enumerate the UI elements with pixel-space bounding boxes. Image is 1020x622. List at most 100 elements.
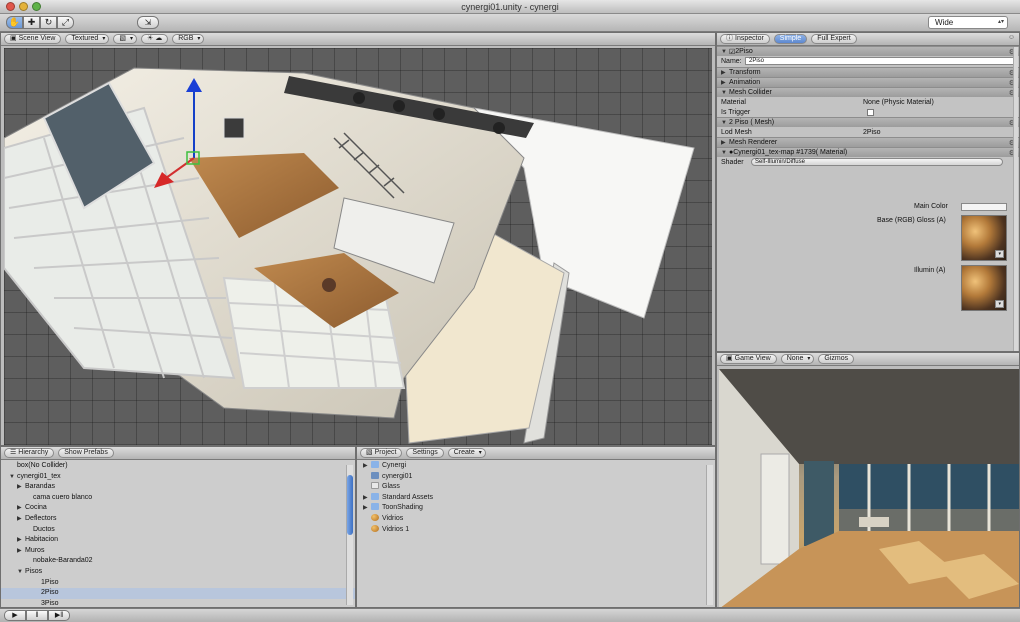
- scene-canvas[interactable]: [3, 48, 712, 445]
- hierarchy-item[interactable]: 2Piso: [1, 588, 355, 599]
- project-item[interactable]: ▶ Standard Assets: [359, 492, 715, 504]
- hierarchy-item[interactable]: cama cuero blanco: [1, 493, 355, 504]
- disclosure-arrow-icon[interactable]: ▶: [17, 482, 25, 493]
- create-dropdown[interactable]: Create: [447, 448, 486, 458]
- hierarchy-item[interactable]: ▼ cynergi01_tex: [1, 472, 355, 483]
- rotate-tool-button[interactable]: ↻: [40, 16, 57, 29]
- is-trigger-checkbox[interactable]: [867, 108, 874, 116]
- show-prefabs-button[interactable]: Show Prefabs: [58, 448, 114, 458]
- render-mode-dropdown[interactable]: Textured: [65, 34, 110, 44]
- expand-arrow-icon[interactable]: ▼: [721, 90, 729, 96]
- project-item[interactable]: cynergi01: [359, 471, 715, 483]
- game-canvas[interactable]: [719, 369, 1019, 607]
- overlay-dropdown[interactable]: ▧: [113, 34, 137, 44]
- play-button[interactable]: ▶: [4, 610, 26, 621]
- hierarchy-item[interactable]: ▶ Cocina: [1, 503, 355, 514]
- disclosure-arrow-icon[interactable]: ▼: [9, 472, 17, 483]
- illumin-texture-thumbnail[interactable]: ▾: [961, 265, 1007, 311]
- lod-mesh-field[interactable]: 2Piso: [863, 129, 881, 136]
- physic-material-field[interactable]: None (Physic Material): [863, 99, 934, 106]
- project-scrollbar[interactable]: [706, 465, 713, 605]
- layout-dropdown[interactable]: Wide: [928, 16, 1008, 29]
- expand-arrow-icon[interactable]: ▼: [721, 49, 729, 55]
- folder-icon: [371, 503, 379, 511]
- hierarchy-item[interactable]: 3Piso: [1, 599, 355, 607]
- hierarchy-item[interactable]: Ductos: [1, 525, 355, 536]
- component-mesh-renderer-label: Mesh Renderer: [729, 139, 778, 146]
- component-transform[interactable]: ▶ Transform ⚙: [717, 67, 1019, 77]
- component-animation[interactable]: ▶ Animation ⚙: [717, 77, 1019, 87]
- project-item[interactable]: ▶ ToonShading: [359, 503, 715, 514]
- base-texture-thumbnail[interactable]: ▾: [961, 215, 1007, 261]
- tab-game-view[interactable]: ▣ Game View: [720, 354, 777, 364]
- tab-project[interactable]: ▧ Project: [360, 448, 403, 458]
- disclosure-arrow-icon[interactable]: ▶: [17, 546, 25, 557]
- hierarchy-item[interactable]: ▶ Habitacion: [1, 535, 355, 546]
- component-mesh-collider[interactable]: ▼ Mesh Collider ⚙: [717, 87, 1019, 97]
- lock-icon[interactable]: ☺: [1008, 34, 1015, 41]
- object-name-input[interactable]: 2Piso: [745, 57, 1015, 65]
- tab-hierarchy[interactable]: ☰ Hierarchy: [4, 448, 55, 458]
- hierarchy-item-label: box(No Collider): [17, 462, 68, 469]
- pivot-toggle-button[interactable]: ⇲: [137, 16, 159, 29]
- scene-toggles[interactable]: ☀ ☁: [140, 34, 169, 44]
- collapse-arrow-icon[interactable]: ▶: [721, 79, 729, 86]
- light-mode-dropdown[interactable]: RGB: [172, 34, 205, 44]
- hierarchy-item[interactable]: ▶ Barandas: [1, 482, 355, 493]
- hierarchy-tree: box(No Collider) ▼ cynergi01_tex ▶ Barandas c…: [1, 461, 355, 607]
- hierarchy-scroll-thumb[interactable]: [347, 475, 353, 535]
- move-tool-button[interactable]: ✚: [23, 16, 40, 29]
- expand-arrow-icon[interactable]: ▼: [721, 120, 729, 126]
- folder-icon: [371, 492, 379, 500]
- main-color-swatch[interactable]: [961, 203, 1007, 211]
- shader-dropdown[interactable]: Self-Illumin/Diffuse: [751, 158, 1003, 166]
- hand-tool-button[interactable]: ✋: [6, 16, 23, 29]
- component-mesh-filter[interactable]: ▼ 2 Piso ( Mesh) ⚙: [717, 117, 1019, 127]
- file-icon: [371, 482, 379, 490]
- project-item[interactable]: Glass: [359, 482, 715, 493]
- pause-button[interactable]: ‖: [26, 610, 48, 621]
- project-item[interactable]: Vidrios: [359, 513, 715, 525]
- zoom-window-button[interactable]: [32, 2, 41, 11]
- inspector-scrollbar[interactable]: [1013, 47, 1018, 351]
- disclosure-arrow-icon[interactable]: ▶: [17, 503, 25, 514]
- hierarchy-item[interactable]: box(No Collider): [1, 461, 355, 472]
- settings-button[interactable]: Settings: [406, 448, 444, 458]
- aspect-dropdown[interactable]: None: [780, 354, 815, 364]
- full-expert-mode-button[interactable]: Full Expert: [811, 34, 857, 44]
- select-texture-button[interactable]: ▾: [995, 300, 1004, 308]
- tab-scene-view[interactable]: ▣ Scene View: [4, 34, 62, 44]
- scale-tool-button[interactable]: ⤢: [57, 16, 74, 29]
- minimize-window-button[interactable]: [19, 2, 28, 11]
- collapse-arrow-icon[interactable]: ▶: [721, 69, 729, 76]
- disclosure-arrow-icon[interactable]: ▶: [17, 514, 25, 525]
- simple-mode-button[interactable]: Simple: [773, 34, 808, 44]
- mural-panel: [804, 461, 834, 546]
- disclosure-arrow-icon[interactable]: ▶: [17, 535, 25, 546]
- hierarchy-item[interactable]: 1Piso: [1, 578, 355, 589]
- hierarchy-item[interactable]: ▶ Deflectors: [1, 514, 355, 525]
- hierarchy-scrollbar[interactable]: [346, 465, 353, 605]
- step-button[interactable]: ▶‖: [48, 610, 70, 621]
- disclosure-arrow-icon[interactable]: ▶: [363, 493, 371, 504]
- collapse-arrow-icon[interactable]: ▶: [721, 139, 729, 146]
- hierarchy-item[interactable]: ▶ Muros: [1, 546, 355, 557]
- tab-inspector[interactable]: ⓘ Inspector: [720, 34, 770, 44]
- disclosure-arrow-icon[interactable]: ▶: [363, 503, 371, 514]
- hierarchy-item[interactable]: ▼ Pisos: [1, 567, 355, 578]
- hierarchy-item[interactable]: nobake-Baranda02: [1, 556, 355, 567]
- component-material[interactable]: ▼ ● Cynergi01_tex-map #1739( Material) ⚙: [717, 147, 1019, 157]
- hierarchy-item-label: Barandas: [25, 483, 55, 491]
- project-item[interactable]: ▶ Cynergi: [359, 461, 715, 472]
- disclosure-arrow-icon[interactable]: ▼: [17, 567, 25, 578]
- project-item-label: Glass: [382, 483, 400, 491]
- close-window-button[interactable]: [6, 2, 15, 11]
- gizmos-toggle-button[interactable]: Gizmos: [818, 354, 855, 364]
- hierarchy-bar: ☰ Hierarchy Show Prefabs: [1, 447, 355, 460]
- disclosure-arrow-icon[interactable]: ▶: [363, 461, 371, 472]
- component-mesh-renderer[interactable]: ▶ Mesh Renderer ⚙: [717, 137, 1019, 147]
- select-texture-button[interactable]: ▾: [995, 250, 1004, 258]
- project-item[interactable]: Vidrios 1: [359, 524, 715, 536]
- expand-arrow-icon[interactable]: ▼: [721, 150, 729, 156]
- main-toolbar: ✋ ✚ ↻ ⤢ ⇲ Wide: [0, 14, 1020, 32]
